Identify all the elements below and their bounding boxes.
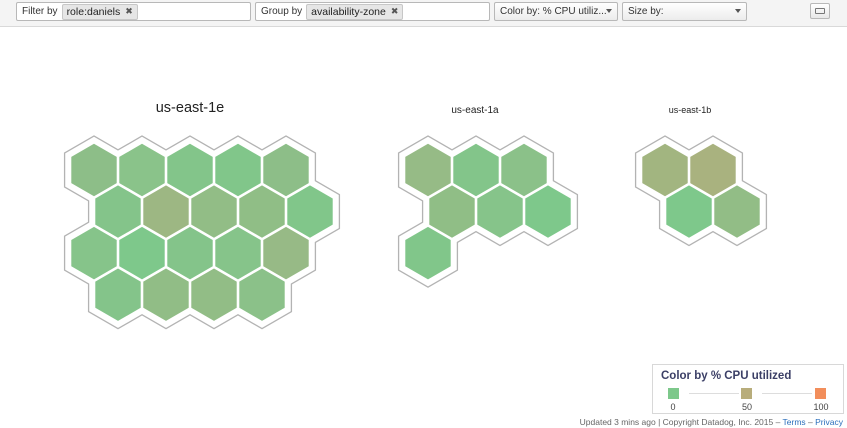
terms-link[interactable]: Terms	[783, 417, 806, 427]
legend-swatch-low	[668, 388, 679, 399]
host-group-us-east-1a	[405, 143, 571, 280]
legend-label-0: 0	[670, 402, 676, 412]
legend-label-50: 50	[741, 402, 752, 412]
legend-swatch-high	[815, 388, 826, 399]
legend-swatch-mid	[741, 388, 752, 399]
footer-separator: –	[805, 417, 816, 427]
copyright-text: Copyright Datadog, Inc. 2015	[662, 417, 774, 427]
footer-separator: |	[655, 417, 663, 427]
footer-separator: –	[773, 417, 783, 427]
legend-divider	[762, 393, 812, 394]
legend-title: Color by % CPU utilized	[661, 370, 792, 382]
legend-divider	[689, 393, 739, 394]
footer: Updated 3 mins ago | Copyright Datadog, …	[580, 417, 843, 427]
privacy-link[interactable]: Privacy	[815, 417, 843, 427]
updated-text: Updated 3 mins ago	[579, 417, 656, 427]
color-legend: Color by % CPU utilized 0 50 100	[652, 364, 844, 414]
legend-label-100: 100	[813, 402, 829, 412]
